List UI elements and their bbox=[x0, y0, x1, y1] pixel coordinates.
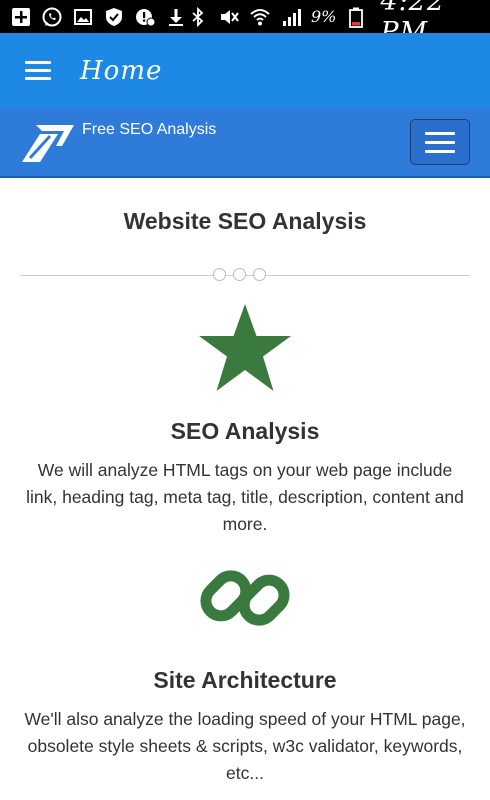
notification-icons bbox=[10, 6, 187, 28]
alert-settings-icon bbox=[134, 6, 156, 28]
feature-title-seo-analysis: SEO Analysis bbox=[170, 418, 320, 444]
signal-icon bbox=[280, 6, 302, 28]
section-divider bbox=[20, 266, 470, 286]
menu-icon-bar bbox=[425, 131, 455, 135]
download-icon bbox=[165, 6, 187, 28]
menu-icon-bar bbox=[425, 149, 455, 153]
feature-desc-seo-analysis: We will analyze HTML tags on your web pa… bbox=[26, 460, 464, 534]
star-icon bbox=[199, 304, 291, 391]
page-title: Website SEO Analysis bbox=[123, 208, 367, 234]
menu-icon-bar bbox=[425, 140, 455, 144]
link-icon bbox=[200, 570, 290, 626]
feature-seo-icon-wrap bbox=[0, 302, 490, 394]
drawer-menu-button[interactable] bbox=[0, 33, 80, 108]
image-icon bbox=[72, 6, 94, 28]
app-bar: Home bbox=[0, 33, 490, 108]
battery-percent: 9% bbox=[311, 7, 337, 26]
feature-architecture-icon-wrap bbox=[0, 548, 490, 648]
whatsapp-icon bbox=[41, 6, 63, 28]
divider-dot bbox=[253, 268, 266, 281]
add-box-icon bbox=[10, 6, 32, 28]
site-logo-icon[interactable] bbox=[20, 122, 76, 166]
wifi-icon bbox=[249, 6, 271, 28]
divider-dot bbox=[213, 268, 226, 281]
nav-toggle-button[interactable] bbox=[410, 119, 470, 165]
divider-dot bbox=[233, 268, 246, 281]
feature-desc-site-architecture: We'll also analyze the loading speed of … bbox=[24, 709, 466, 783]
app-title: Home bbox=[80, 55, 163, 86]
brand-name-link[interactable]: Free SEO Analysis bbox=[82, 121, 216, 139]
bluetooth-icon bbox=[187, 6, 209, 28]
battery-low-icon bbox=[345, 6, 367, 28]
menu-icon bbox=[25, 60, 51, 81]
feature-title-site-architecture: Site Architecture bbox=[153, 667, 337, 693]
status-bar: 9% 4:22 PM bbox=[0, 0, 490, 48]
site-header: Free SEO Analysis bbox=[0, 108, 490, 178]
mute-icon bbox=[218, 6, 240, 28]
shield-icon bbox=[103, 6, 125, 28]
